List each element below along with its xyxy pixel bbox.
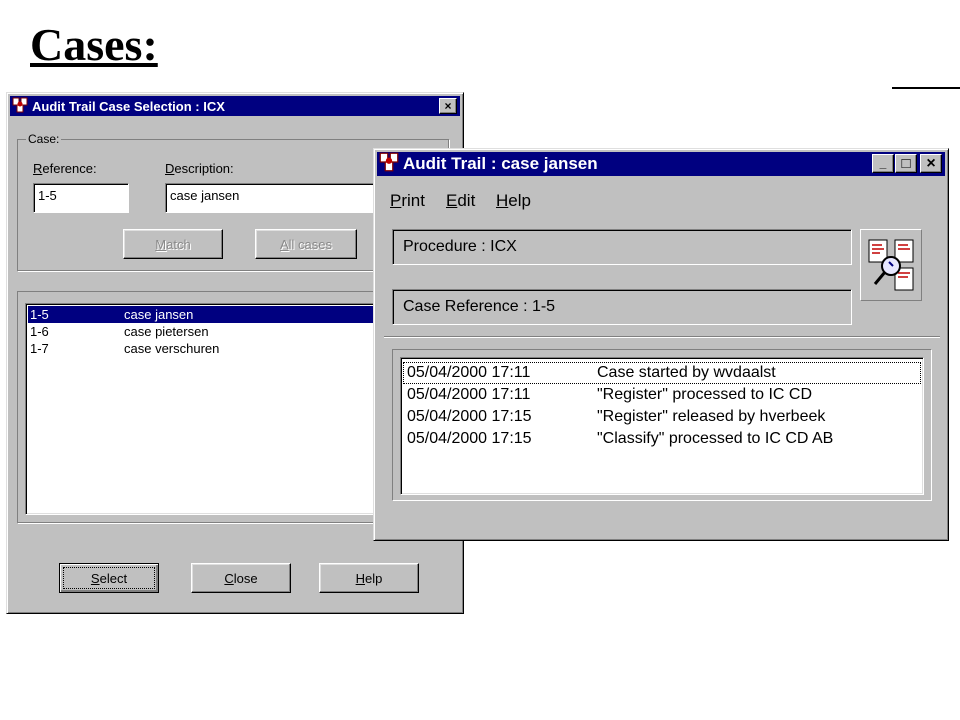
audit-trail-titlebar[interactable]: Audit Trail : case jansen _ □ × [377,152,945,176]
audit-timestamp-cell: 05/04/2000 17:15 [407,408,532,425]
divider [384,336,940,338]
audit-event-cell: "Classify" processed to IC CD AB [597,430,834,447]
menu-help-mnemonic: H [496,191,509,210]
description-label-mnemonic: D [165,161,175,176]
case-description-cell: case jansen [124,307,194,322]
all-cases-button[interactable]: All cases [255,229,357,259]
audit-event-cell: Case started by wvdaalst [597,364,776,381]
menu-print[interactable]: Print [390,191,425,211]
decorative-line [892,87,960,89]
audit-trail-app-icon [12,97,28,116]
audit-timestamp-cell: 05/04/2000 17:11 [407,386,531,403]
close-button[interactable]: Close [191,563,291,593]
menu-edit-mnemonic: E [446,191,458,210]
case-selection-titlebar[interactable]: Audit Trail Case Selection : ICX × [10,96,460,116]
close-button-text: lose [233,570,258,586]
reference-label-text: eference: [42,161,97,176]
table-row[interactable]: 05/04/2000 17:11 "Register" processed to… [403,384,921,406]
table-row[interactable]: 05/04/2000 17:11 Case started by wvdaals… [403,362,921,384]
close-icon[interactable]: × [439,98,457,114]
help-button[interactable]: Help [319,563,419,593]
help-button-mnemonic: H [355,570,366,586]
select-button-mnemonic: S [90,570,100,586]
case-description-cell: case pietersen [124,324,209,339]
case-reference-field: Case Reference : 1-5 [392,289,852,325]
menu-print-mnemonic: P [390,191,402,210]
match-button-mnemonic: M [155,236,167,252]
audit-event-cell: "Register" released by hverbeek [597,408,826,425]
close-button-mnemonic: C [224,570,234,586]
audit-trail-window: Audit Trail : case jansen _ □ × Print Ed… [373,148,949,541]
audit-timestamp-cell: 05/04/2000 17:15 [407,430,532,447]
match-button-text: atch [166,236,191,252]
slide-title: Cases: [30,19,158,70]
table-row[interactable]: 05/04/2000 17:15 "Classify" processed to… [403,428,921,450]
table-row[interactable]: 05/04/2000 17:15 "Register" released by … [403,406,921,428]
minimize-icon[interactable]: _ [872,154,894,173]
audit-entry-list[interactable]: 05/04/2000 17:11 Case started by wvdaals… [400,357,924,495]
case-reference-cell: 1-6 [30,324,49,339]
case-reference-cell: 1-7 [30,341,49,356]
menu-edit[interactable]: Edit [446,191,475,211]
description-label: Description: [165,161,234,176]
case-selection-title: Audit Trail Case Selection : ICX [32,98,225,114]
case-reference-cell: 1-5 [30,307,49,322]
procedure-field: Procedure : ICX [392,229,852,265]
reference-input[interactable]: 1-5 [33,183,129,213]
select-button-text: elect [99,570,128,586]
case-description-cell: case verschuren [124,341,220,356]
maximize-icon[interactable]: □ [895,154,917,173]
audit-trail-app-icon [379,152,399,177]
audit-event-cell: "Register" processed to IC CD [597,386,812,403]
menu-help[interactable]: Help [496,191,531,211]
all-cases-button-mnemonic: A [279,236,289,252]
all-cases-button-text: ll cases [288,236,333,252]
match-button[interactable]: Match [123,229,223,259]
case-group-label: Case: [26,132,62,146]
audit-trail-title: Audit Trail : case jansen [403,154,598,173]
select-button[interactable]: Select [59,563,159,593]
document-magnifier-icon [860,229,922,301]
reference-label-mnemonic: R [33,161,43,176]
menu-help-text: elp [508,191,531,210]
close-icon[interactable]: × [920,154,942,173]
audit-timestamp-cell: 05/04/2000 17:11 [407,364,531,381]
menu-edit-text: dit [457,191,476,210]
menu-bar: Print Edit Help [390,191,690,213]
help-button-text: elp [365,570,383,586]
description-label-text: escription: [174,161,234,176]
reference-label: Reference: [33,161,97,176]
menu-print-text: rint [401,191,425,210]
